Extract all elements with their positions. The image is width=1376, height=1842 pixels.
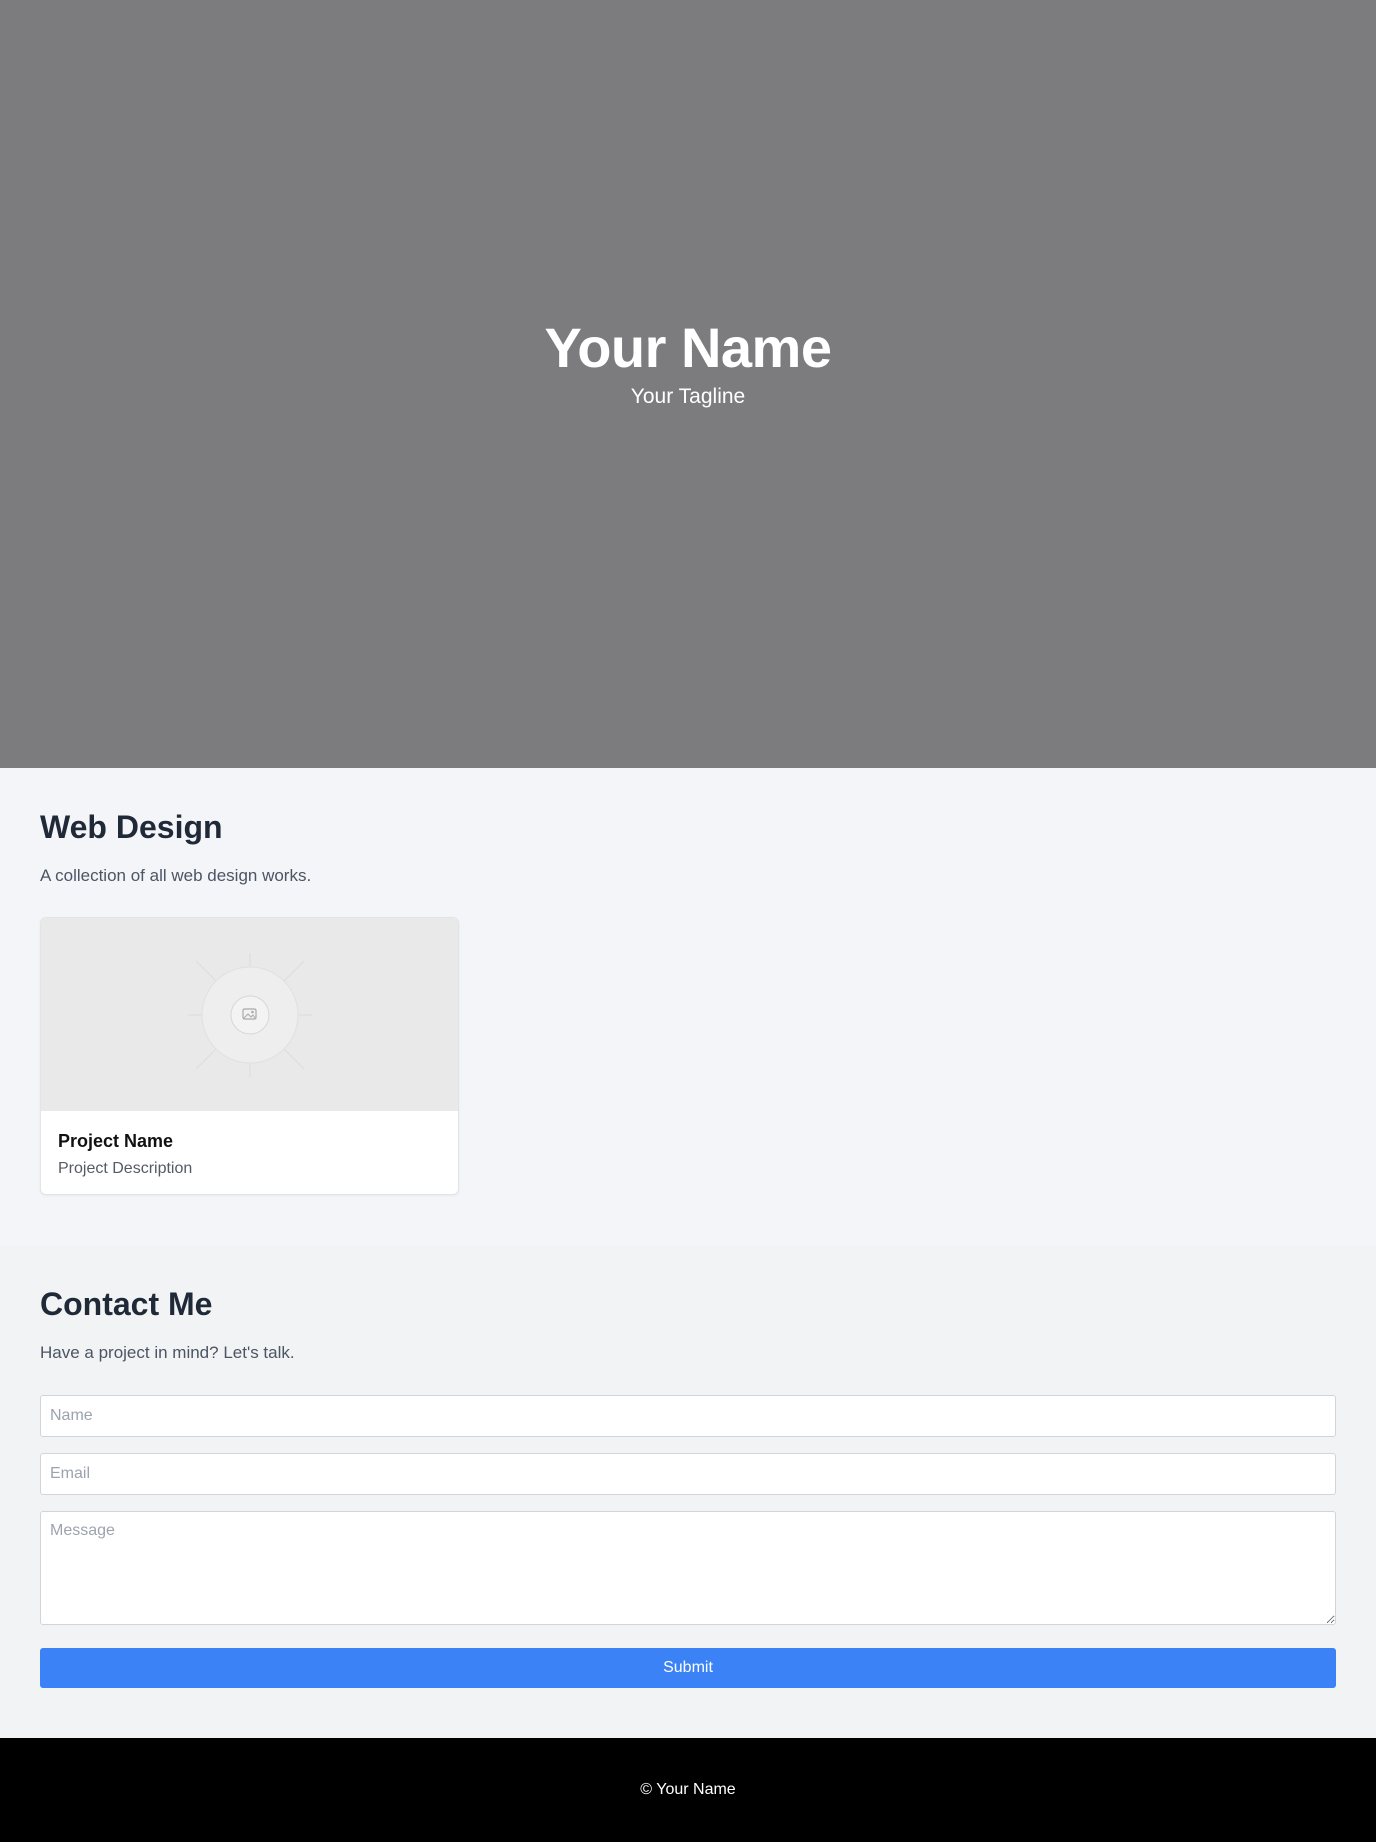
- hero-section: Your Name Your Tagline: [0, 0, 1376, 768]
- image-placeholder-icon: [187, 952, 312, 1077]
- project-card-body: Project Name Project Description: [41, 1111, 458, 1194]
- footer: © Your Name: [0, 1738, 1376, 1842]
- portfolio-section: Web Design A collection of all web desig…: [0, 768, 1376, 1245]
- hero-tagline: Your Tagline: [630, 385, 746, 409]
- contact-form: Submit: [40, 1395, 1336, 1689]
- email-field[interactable]: [40, 1453, 1336, 1496]
- footer-copyright: © Your Name: [640, 1781, 736, 1798]
- hero-title: Your Name: [544, 315, 832, 379]
- message-field[interactable]: [40, 1511, 1336, 1626]
- portfolio-title: Web Design: [40, 809, 223, 845]
- project-name: Project Name: [58, 1131, 174, 1152]
- contact-section: Contact Me Have a project in mind? Let's…: [0, 1245, 1376, 1738]
- project-image: [41, 918, 458, 1112]
- contact-title: Contact Me: [40, 1286, 213, 1322]
- project-description: Project Description: [58, 1160, 193, 1178]
- submit-button[interactable]: Submit: [40, 1648, 1336, 1689]
- contact-subtitle: Have a project in mind? Let's talk.: [40, 1343, 295, 1363]
- name-field[interactable]: [40, 1395, 1336, 1438]
- portfolio-subtitle: A collection of all web design works.: [40, 866, 312, 886]
- project-card[interactable]: Project Name Project Description: [40, 917, 459, 1196]
